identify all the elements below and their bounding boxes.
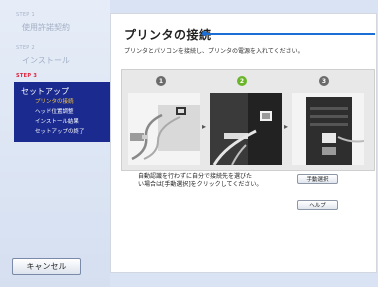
step2-title: インストール — [22, 56, 70, 65]
auto-text-line2: い場合は[手動選択]をクリックしてください。 — [138, 180, 263, 188]
step3-tag: STEP 3 — [16, 73, 38, 79]
auto-detect-text: 自動認識を行わずに自分で接続先を選びた い場合は[手動選択]をクリックしてくださ… — [138, 173, 262, 188]
manual-select-button[interactable]: 手動選択 — [297, 174, 338, 184]
step-number-2: 2 — [237, 76, 247, 86]
step1-image — [128, 93, 200, 165]
step-number-1: 1 — [156, 76, 166, 86]
connection-illustration: 1 2 3 ▸ ▸ — [121, 69, 375, 171]
step-number-3: 3 — [319, 76, 329, 86]
step3-title: セットアップ — [21, 87, 69, 96]
cancel-button[interactable]: キャンセル — [12, 258, 81, 275]
installer-window: STEP 1 使用許諾契約 STEP 2 インストール STEP 3 セットアッ… — [0, 0, 378, 287]
sidebar-item-printer-connect: プリンタの接続 — [35, 99, 74, 105]
step3-image — [292, 93, 364, 165]
arrow-icon: ▸ — [284, 122, 289, 131]
step3-panel: セットアップ プリンタの接続 ヘッド位置調整 インストール結果 セットアップの終… — [14, 82, 110, 142]
step1-title: 使用許諾契約 — [22, 23, 70, 32]
step1-tag: STEP 1 — [16, 12, 35, 18]
step2-tag: STEP 2 — [16, 45, 35, 51]
page-title: プリンタの接続 — [124, 28, 212, 42]
arrow-icon: ▸ — [202, 122, 207, 131]
sidebar-item-head-alignment: ヘッド位置調整 — [35, 109, 74, 115]
help-button[interactable]: ヘルプ — [297, 200, 338, 210]
sidebar-item-install-result: インストール結果 — [35, 119, 79, 125]
sidebar: STEP 1 使用許諾契約 STEP 2 インストール STEP 3 セットアッ… — [0, 0, 110, 287]
content-panel: プリンタの接続 プリンタとパソコンを接続し、プリンタの電源を入れてください。 1… — [110, 13, 377, 273]
instruction-text: プリンタとパソコンを接続し、プリンタの電源を入れてください。 — [124, 48, 304, 55]
step2-image — [210, 93, 282, 165]
sidebar-item-setup-finish: セットアップの終了 — [35, 129, 85, 135]
title-accent-line — [203, 33, 375, 35]
auto-text-line1: 自動認識を行わずに自分で接続先を選びた — [138, 173, 253, 180]
